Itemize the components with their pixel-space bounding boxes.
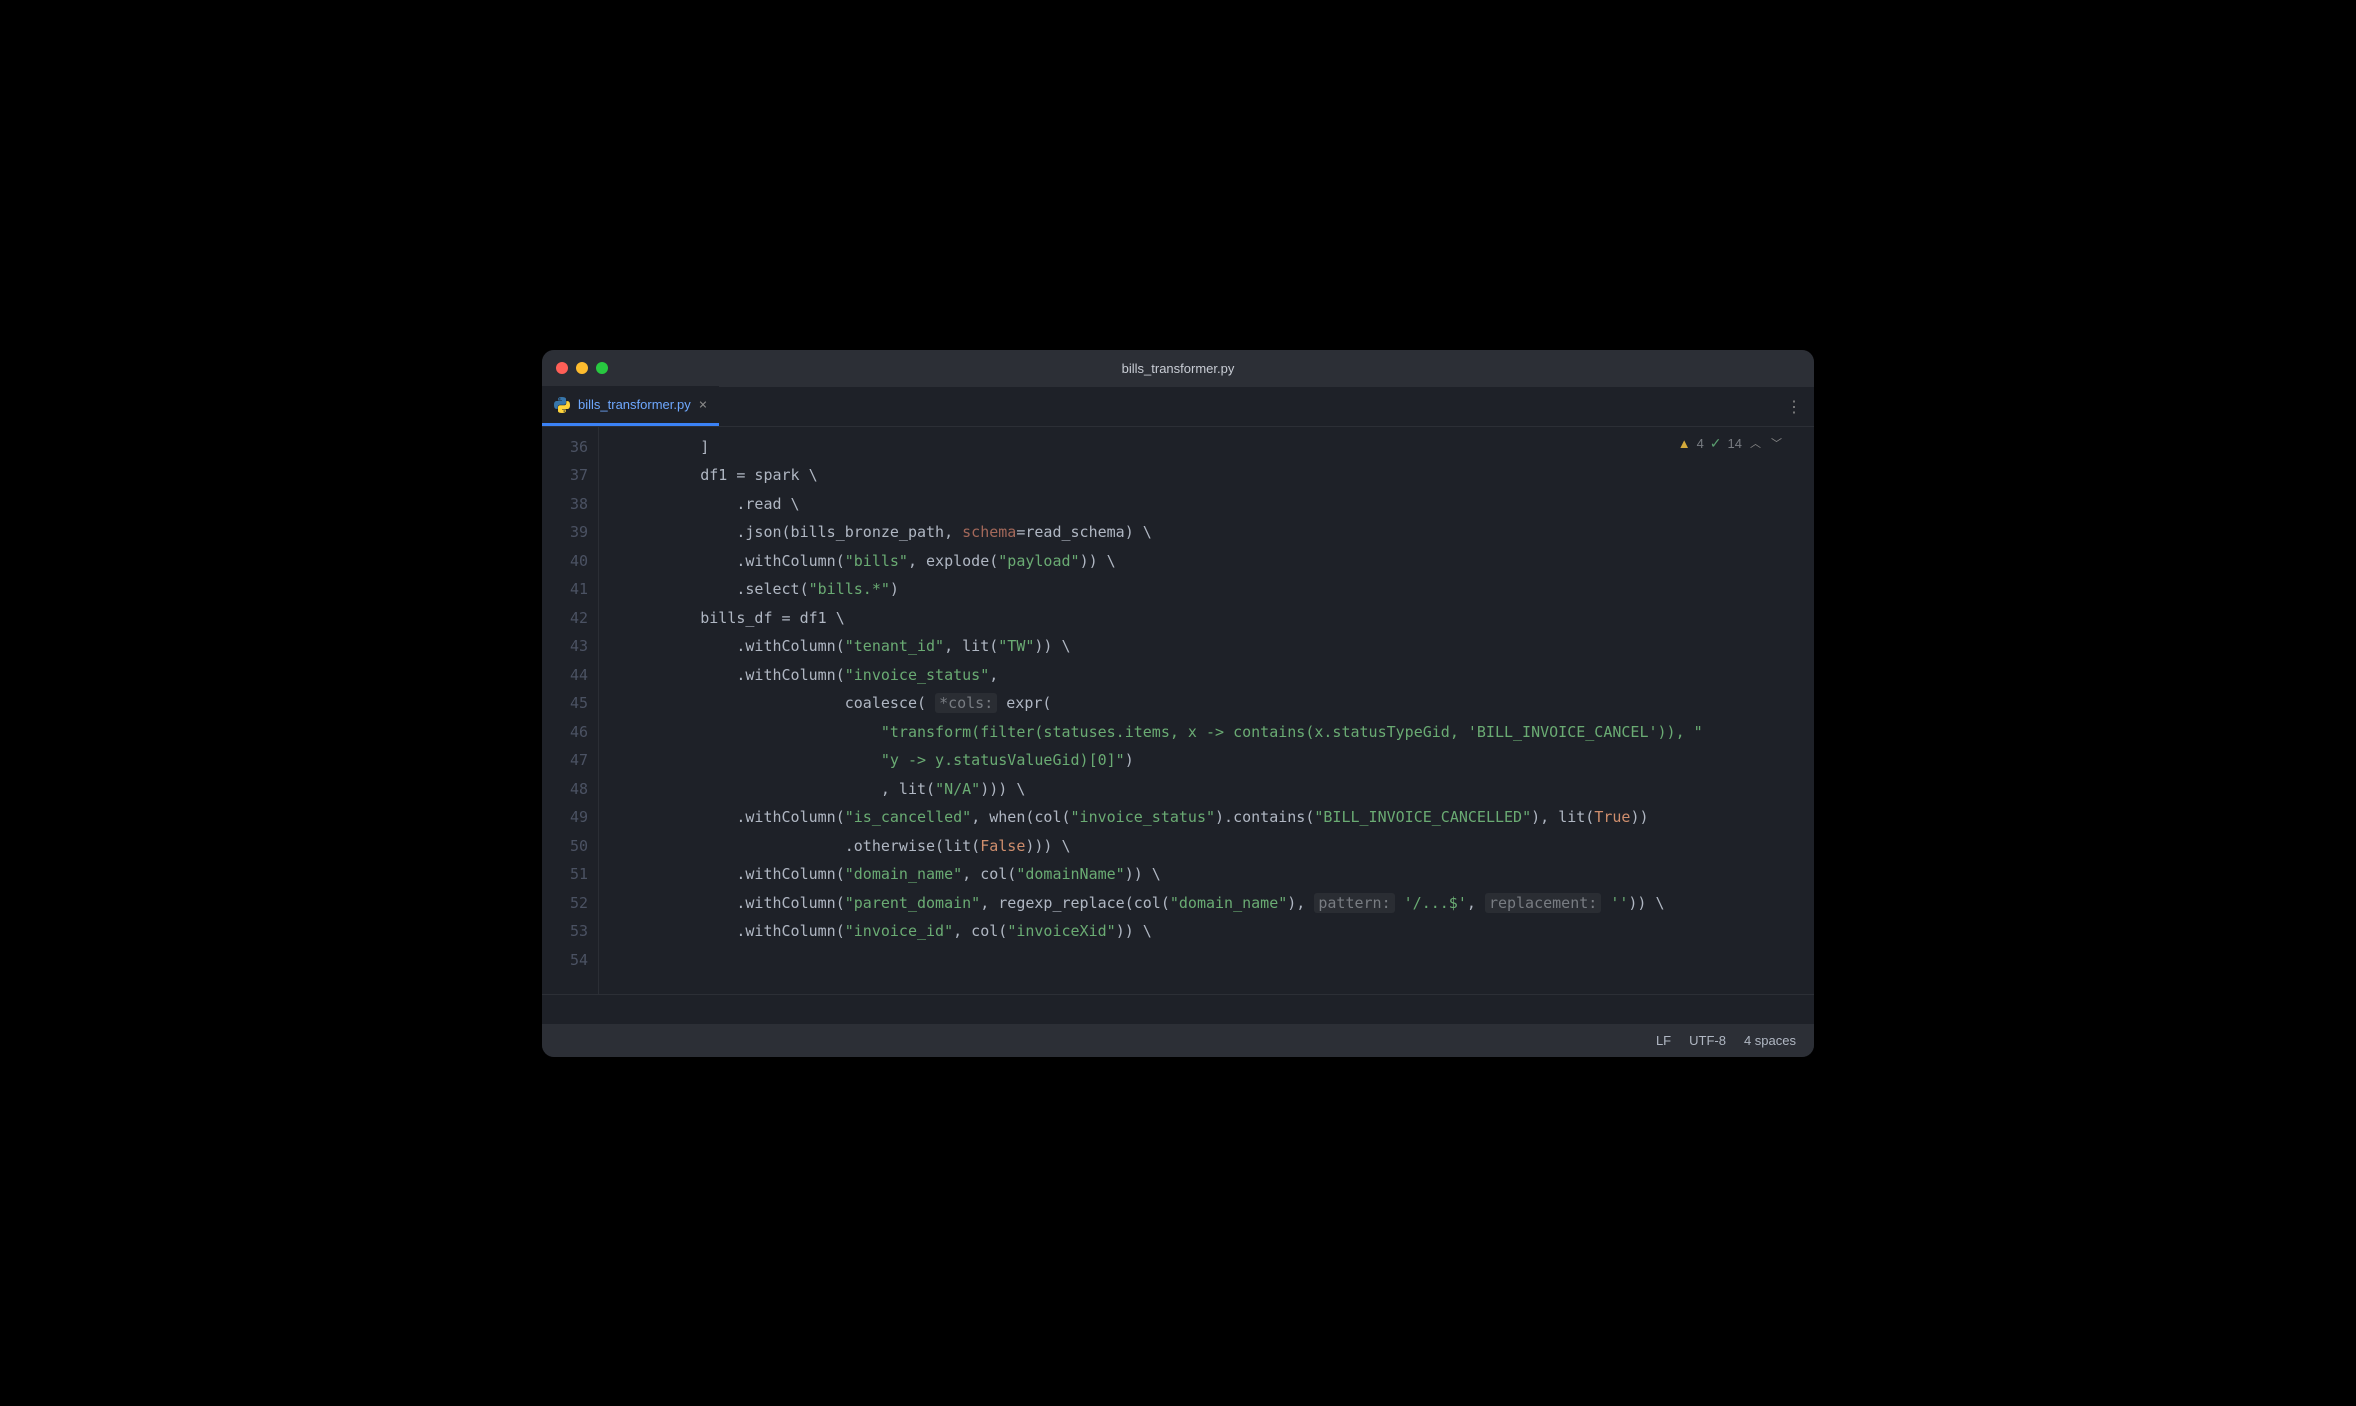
tab-label: bills_transformer.py [578,397,691,412]
tab-options-icon[interactable]: ⋮ [1786,397,1802,416]
code-line[interactable]: coalesce( *cols: expr( [614,689,1814,718]
code-line[interactable]: .withColumn("invoice_id", col("invoiceXi… [614,917,1814,946]
prev-problem-icon[interactable]: ︿ [1748,435,1763,451]
window-title: bills_transformer.py [1122,361,1235,376]
code-line[interactable]: .withColumn("tenant_id", lit("TW")) \ [614,632,1814,661]
python-icon [554,397,570,413]
tool-window-bar [542,994,1814,1024]
code-line[interactable]: .withColumn("invoice_status", [614,661,1814,690]
code-line[interactable]: .withColumn("domain_name", col("domainNa… [614,860,1814,889]
line-number[interactable]: 49 [542,803,588,832]
minimize-window-button[interactable] [576,362,588,374]
code-line[interactable]: .otherwise(lit(False))) \ [614,832,1814,861]
ide-window: bills_transformer.py bills_transformer.p… [542,350,1814,1057]
fold-column [598,427,614,994]
code-line[interactable]: .read \ [614,490,1814,519]
line-number[interactable]: 51 [542,860,588,889]
code-line[interactable]: bills_df = df1 \ [614,604,1814,633]
line-number[interactable]: 42 [542,604,588,633]
code-line[interactable]: .withColumn("parent_domain", regexp_repl… [614,889,1814,918]
editor-area[interactable]: ▲ 4 ✓ 14 ︿ ﹀ 363738394041424344454647484… [542,427,1814,994]
titlebar: bills_transformer.py [542,350,1814,387]
window-controls [556,362,608,374]
statusbar: LF UTF-8 4 spaces [542,1024,1814,1057]
weak-warning-icon: ✓ [1710,435,1722,452]
warning-icon: ▲ [1678,436,1691,451]
indent-setting[interactable]: 4 spaces [1744,1033,1796,1048]
line-number[interactable]: 53 [542,917,588,946]
line-number[interactable]: 46 [542,718,588,747]
line-number[interactable]: 52 [542,889,588,918]
code-line[interactable]: "y -> y.statusValueGid)[0]") [614,746,1814,775]
code-line[interactable]: .select("bills.*") [614,575,1814,604]
close-window-button[interactable] [556,362,568,374]
line-number[interactable]: 43 [542,632,588,661]
line-number[interactable]: 45 [542,689,588,718]
line-number[interactable]: 40 [542,547,588,576]
code-line[interactable]: .withColumn("is_cancelled", when(col("in… [614,803,1814,832]
maximize-window-button[interactable] [596,362,608,374]
code-line[interactable]: ] [614,433,1814,462]
next-problem-icon[interactable]: ﹀ [1769,435,1784,451]
code-line[interactable]: .json(bills_bronze_path, schema=read_sch… [614,518,1814,547]
tabbar: bills_transformer.py × ⋮ [542,387,1814,427]
close-tab-icon[interactable]: × [699,397,707,413]
line-separator[interactable]: LF [1656,1033,1671,1048]
file-encoding[interactable]: UTF-8 [1689,1033,1726,1048]
inspection-widget[interactable]: ▲ 4 ✓ 14 ︿ ﹀ [1678,435,1784,452]
code-line[interactable]: "transform(filter(statuses.items, x -> c… [614,718,1814,747]
line-number[interactable]: 39 [542,518,588,547]
line-number[interactable]: 50 [542,832,588,861]
code-line[interactable]: df1 = spark \ [614,461,1814,490]
line-number-gutter[interactable]: 36373839404142434445464748495051525354 [542,427,598,994]
line-number[interactable]: 36 [542,433,588,462]
file-tab[interactable]: bills_transformer.py × [542,386,719,426]
code-line[interactable]: .withColumn("bills", explode("payload"))… [614,547,1814,576]
warning-count: 4 [1697,436,1704,451]
line-number[interactable]: 47 [542,746,588,775]
line-number[interactable]: 38 [542,490,588,519]
line-number[interactable]: 54 [542,946,588,975]
weak-count: 14 [1728,436,1742,451]
code-content[interactable]: ] df1 = spark \ .read \ .json(bills_bron… [614,427,1814,994]
line-number[interactable]: 48 [542,775,588,804]
line-number[interactable]: 41 [542,575,588,604]
code-line[interactable]: , lit("N/A"))) \ [614,775,1814,804]
line-number[interactable]: 44 [542,661,588,690]
line-number[interactable]: 37 [542,461,588,490]
